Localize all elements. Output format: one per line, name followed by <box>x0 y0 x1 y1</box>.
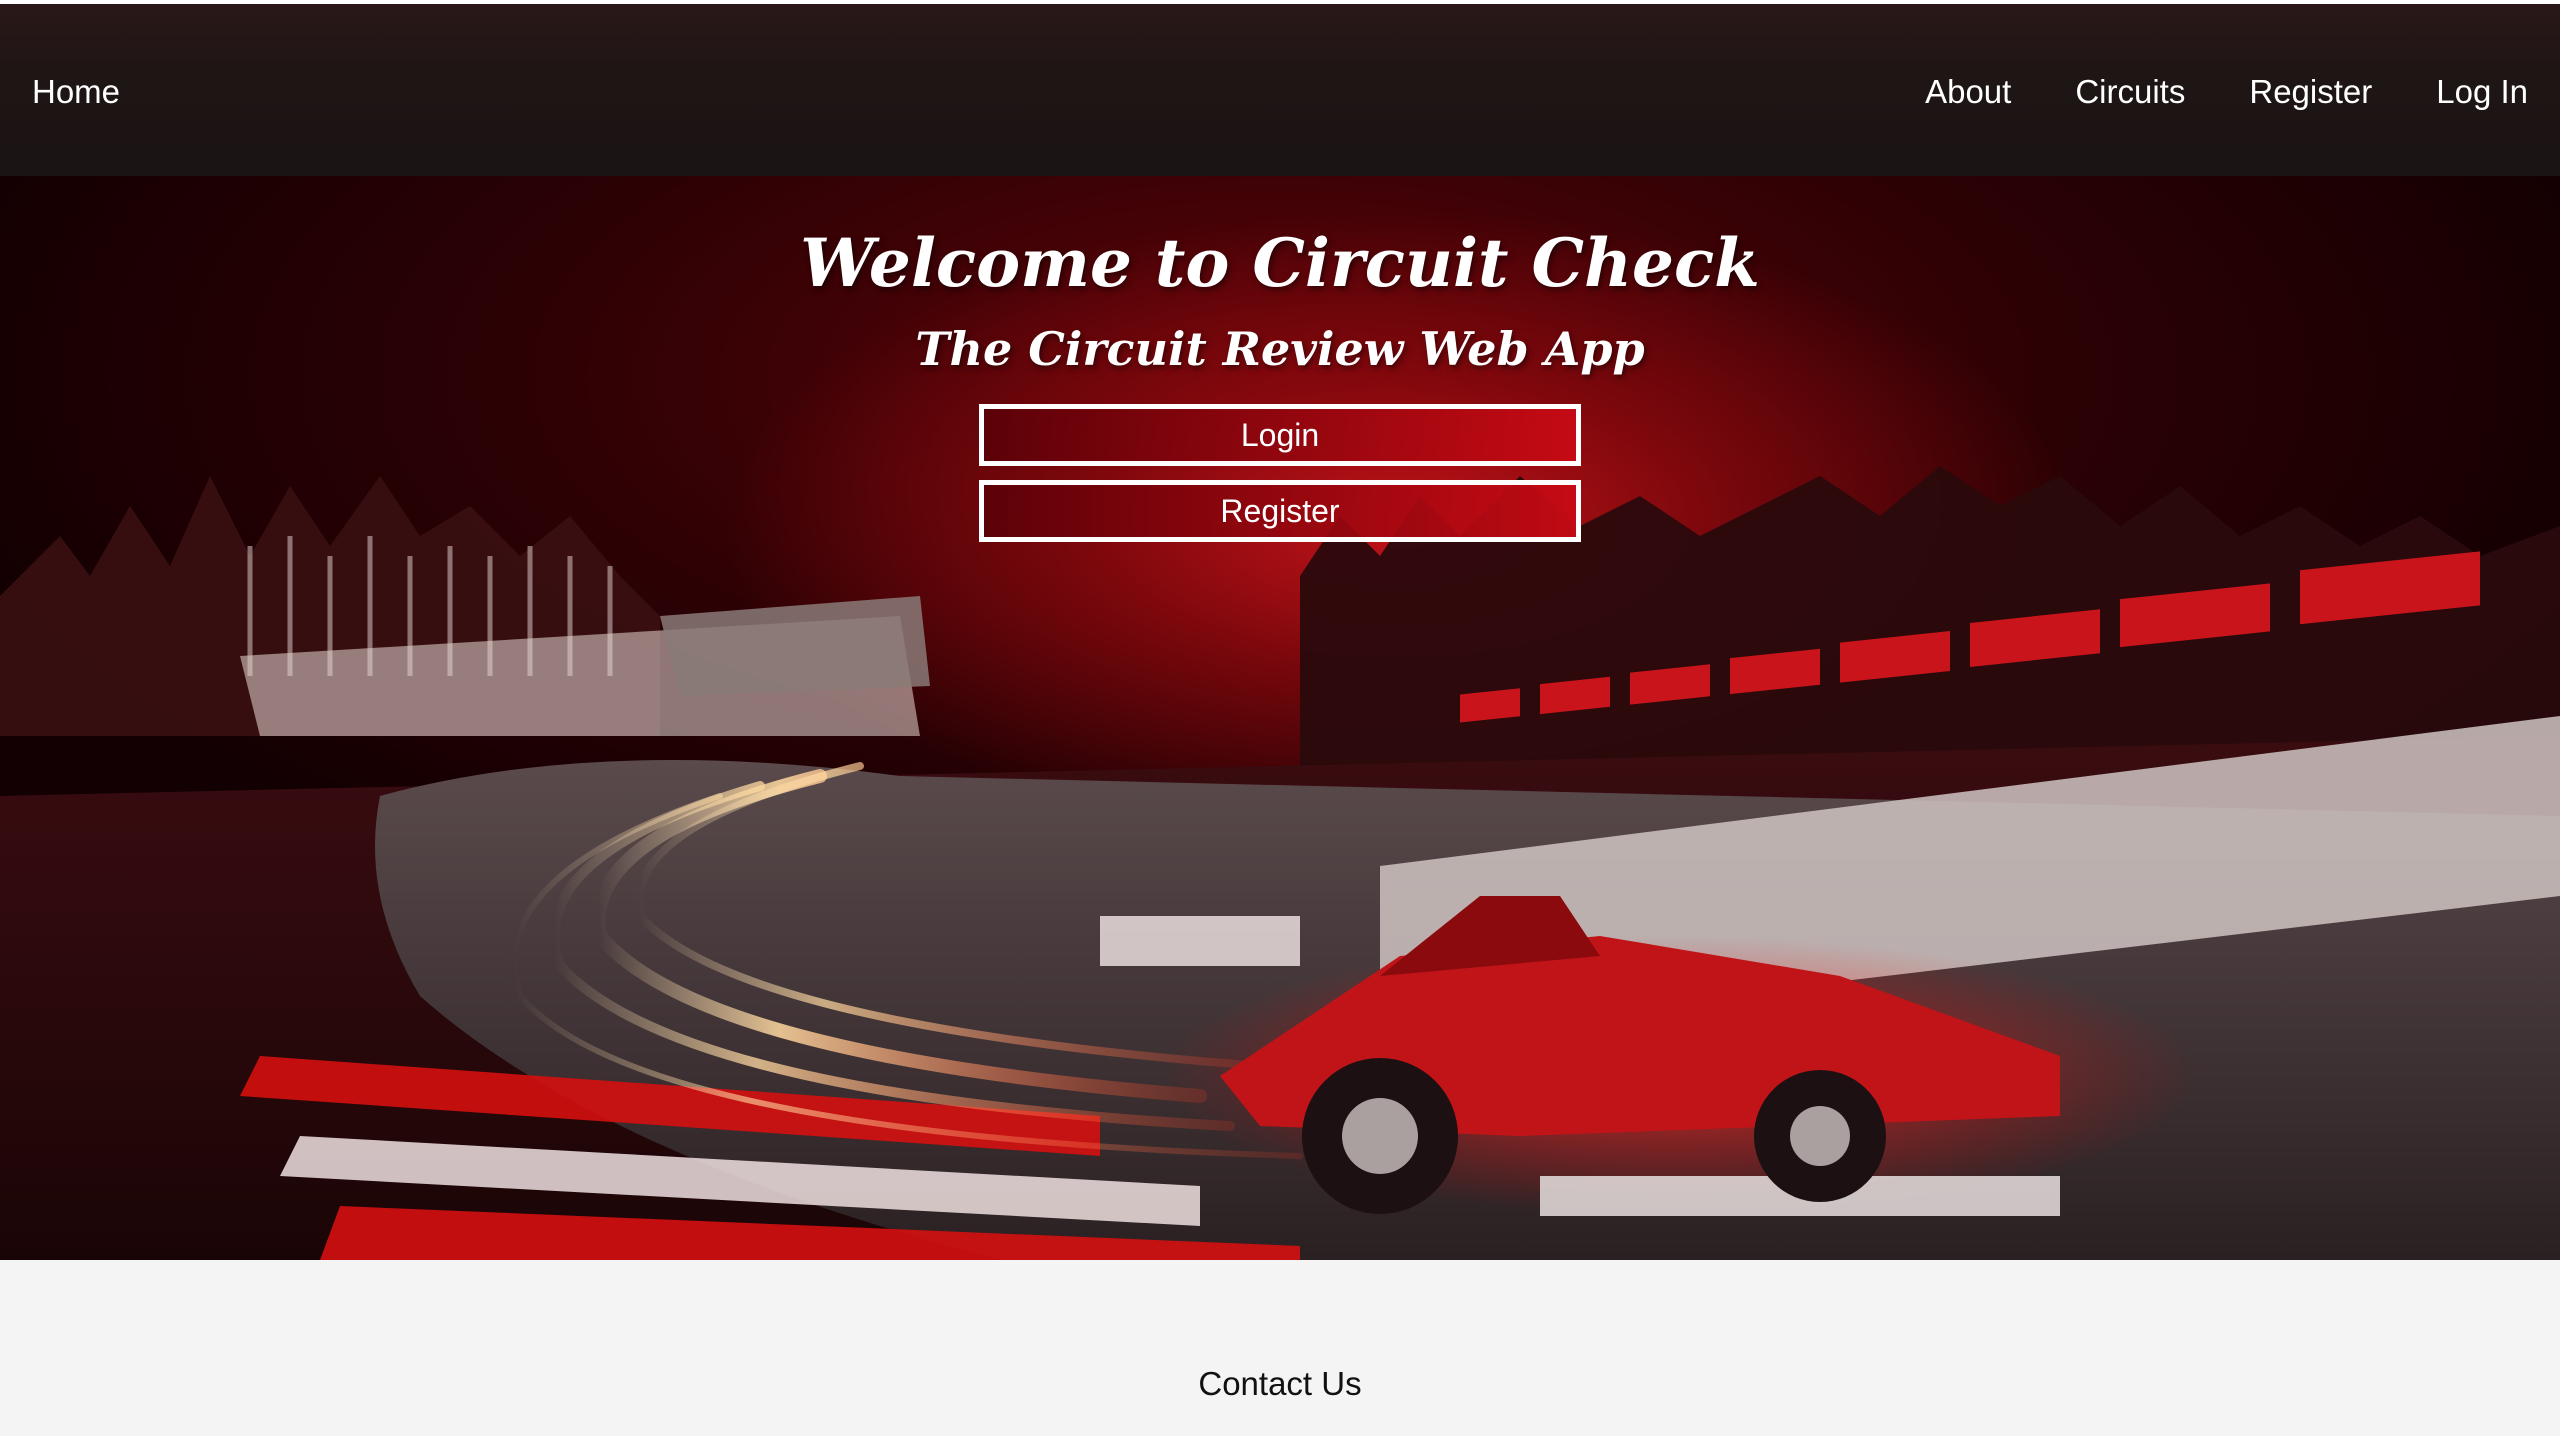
register-button[interactable]: Register <box>979 480 1581 542</box>
nav-circuits-link[interactable]: Circuits <box>2075 68 2185 116</box>
login-button[interactable]: Login <box>979 404 1581 466</box>
page: Home About Circuits Register Log In Welc… <box>0 0 2560 1436</box>
nav-about-link[interactable]: About <box>1925 68 2011 116</box>
top-navbar: Home About Circuits Register Log In <box>0 0 2560 176</box>
footer: Contact Us <box>0 1260 2560 1436</box>
nav-home-link[interactable]: Home <box>32 68 120 116</box>
hero-title: Welcome to Circuit Check <box>800 224 1760 302</box>
contact-us-link[interactable]: Contact Us <box>0 1360 2560 1408</box>
nav-register-link[interactable]: Register <box>2249 68 2372 116</box>
hero-subtitle: The Circuit Review Web App <box>915 322 1645 376</box>
nav-right-group: About Circuits Register Log In <box>1925 68 2528 116</box>
hero-section: Welcome to Circuit Check The Circuit Rev… <box>0 176 2560 1260</box>
nav-login-link[interactable]: Log In <box>2436 68 2528 116</box>
